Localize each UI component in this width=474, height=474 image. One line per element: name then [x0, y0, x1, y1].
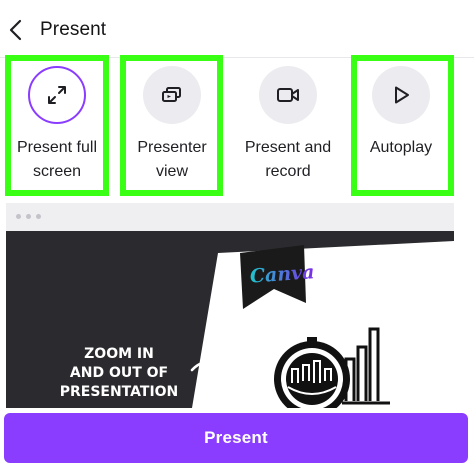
header-bar: Present [0, 0, 474, 58]
option-present-and-record[interactable]: Present and record [238, 58, 338, 192]
option-label: Present and record [244, 139, 332, 180]
slide-caption-line: PRESENTATION [60, 384, 179, 400]
slide-caption-line: AND OUT OF [70, 365, 168, 381]
video-camera-icon [259, 66, 317, 124]
back-chevron-icon[interactable] [4, 16, 28, 44]
window-dot [16, 214, 21, 219]
canva-logo: Canva [249, 261, 315, 287]
slide-thumbnail: Canva ZOOM IN AND OUT OF PRESENTATION [60, 241, 454, 408]
preview-window-bar [6, 203, 454, 231]
window-dot [36, 214, 41, 219]
slide-caption-line: ZOOM IN [84, 346, 154, 362]
page-title: Present [40, 19, 107, 40]
slide-preview[interactable]: Canva ZOOM IN AND OUT OF PRESENTATION [6, 203, 454, 408]
highlight-box [351, 55, 454, 196]
highlight-box [120, 55, 223, 196]
present-button[interactable]: Present [4, 413, 468, 463]
highlight-box [5, 55, 109, 196]
window-dot [26, 214, 31, 219]
